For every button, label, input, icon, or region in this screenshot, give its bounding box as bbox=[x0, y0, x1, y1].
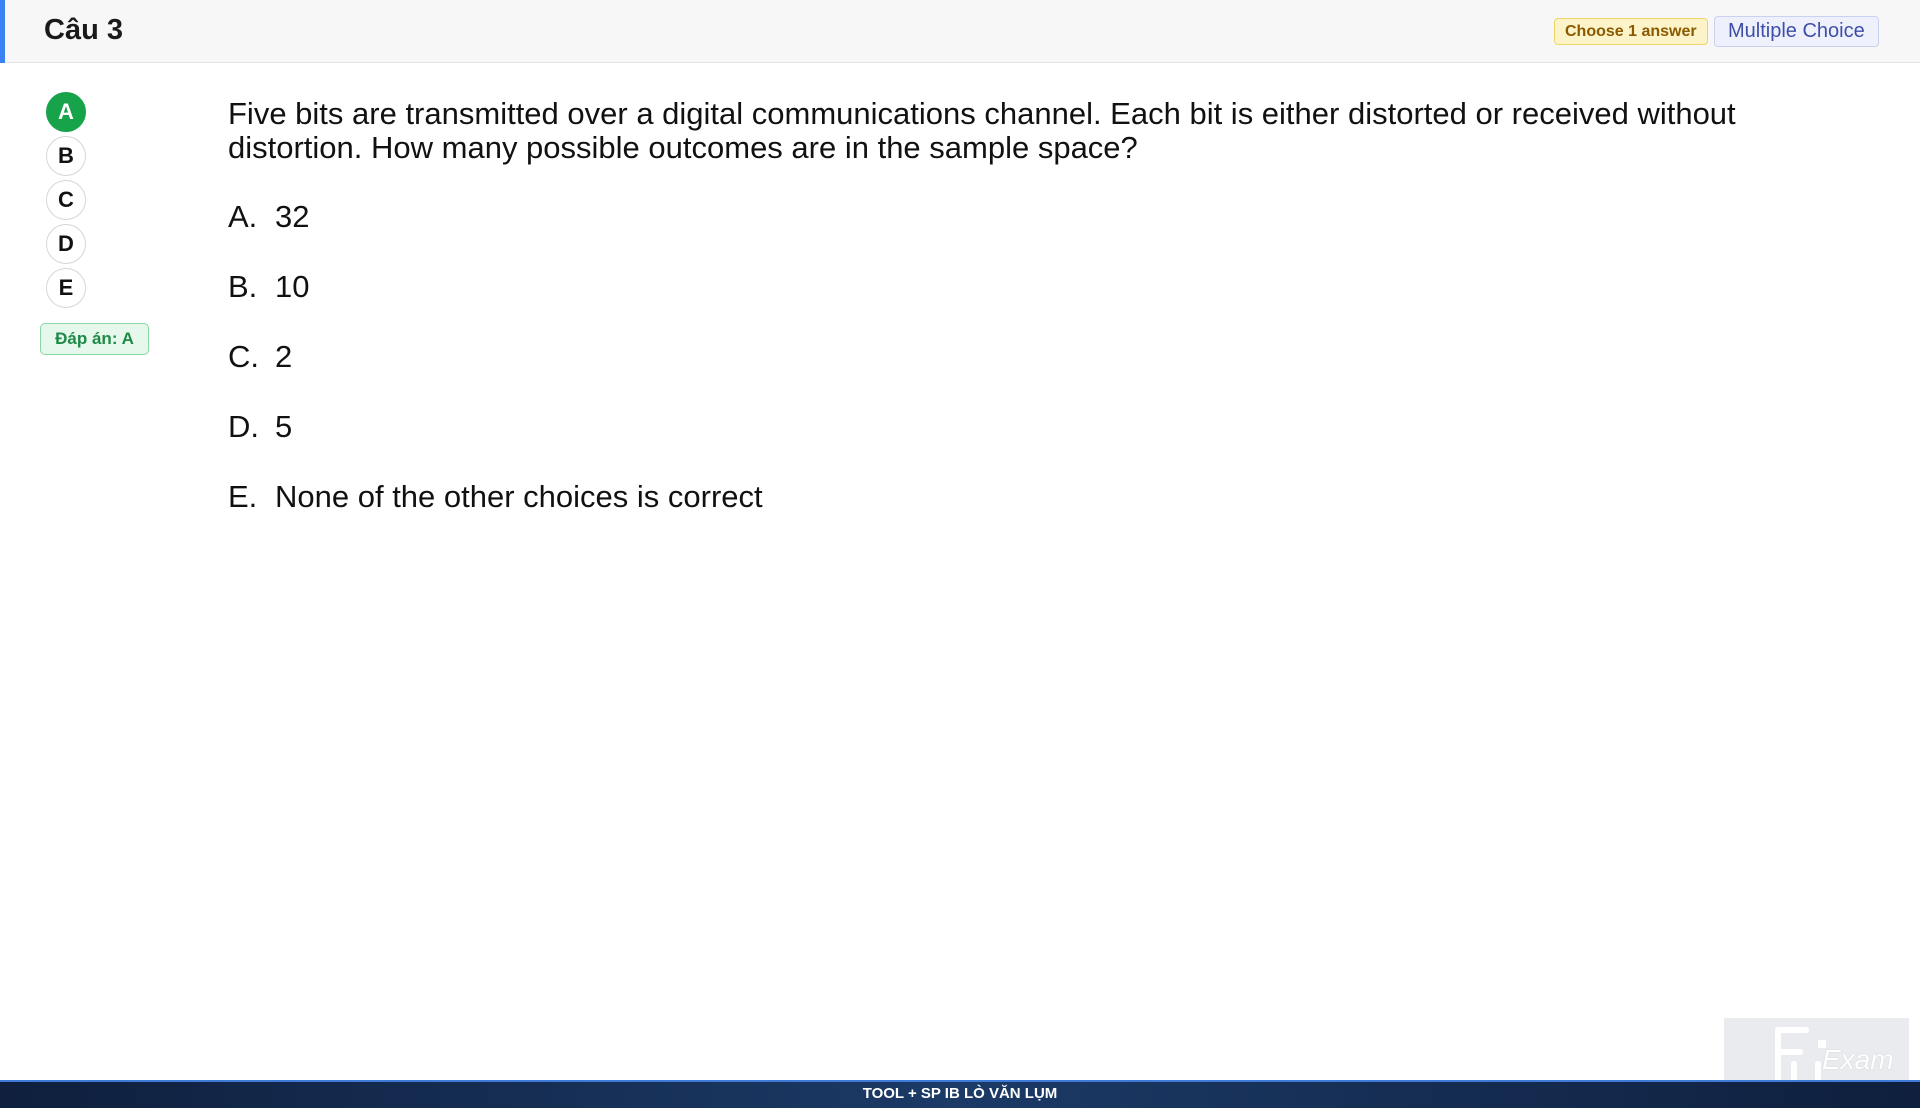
footer-bar: TOOL + SP IB LÒ VĂN LỤM bbox=[0, 1080, 1920, 1108]
option-text: 2 bbox=[275, 339, 293, 374]
option-letter: D. bbox=[228, 409, 259, 444]
option-text: None of the other choices is correct bbox=[275, 479, 763, 514]
question-line-2: distortion. How many possible outcomes a… bbox=[228, 130, 1138, 165]
choice-button-a[interactable]: A bbox=[46, 92, 86, 132]
option-letter: A. bbox=[228, 199, 258, 234]
question-header: Câu 3 Choose 1 answer Multiple Choice bbox=[0, 0, 1920, 63]
option-text: 32 bbox=[275, 199, 310, 234]
option-a: A. 32 bbox=[228, 197, 1628, 267]
choice-button-b[interactable]: B bbox=[46, 136, 86, 176]
option-c: C. 2 bbox=[228, 337, 1628, 407]
question-title: Câu 3 bbox=[44, 14, 123, 46]
choice-button-e[interactable]: E bbox=[46, 268, 86, 308]
option-letter: B. bbox=[228, 269, 258, 304]
option-text: 5 bbox=[275, 409, 293, 444]
choose-answer-badge: Choose 1 answer bbox=[1554, 18, 1708, 45]
question-text: Five bits are transmitted over a digital… bbox=[228, 97, 1788, 165]
option-letter: E. bbox=[228, 479, 258, 514]
question-line-1: Five bits are transmitted over a digital… bbox=[228, 96, 1736, 131]
option-letter: C. bbox=[228, 339, 259, 374]
correct-answer-badge: Đáp án: A bbox=[40, 323, 149, 355]
choice-button-c[interactable]: C bbox=[46, 180, 86, 220]
logo-exam-text: Exam bbox=[1822, 1044, 1894, 1075]
option-list: A. 32 B. 10 C. 2 D. 5 E. None of the other ch… bbox=[228, 197, 1628, 547]
header-accent-bar bbox=[0, 0, 5, 63]
option-e: E. None of the other choices is correct bbox=[228, 477, 1628, 547]
option-d: D. 5 bbox=[228, 407, 1628, 477]
question-type-badge: Multiple Choice bbox=[1714, 16, 1879, 47]
option-text: 10 bbox=[275, 269, 310, 304]
answer-choice-list: A B C D E bbox=[46, 92, 86, 312]
choice-button-d[interactable]: D bbox=[46, 224, 86, 264]
option-b: B. 10 bbox=[228, 267, 1628, 337]
